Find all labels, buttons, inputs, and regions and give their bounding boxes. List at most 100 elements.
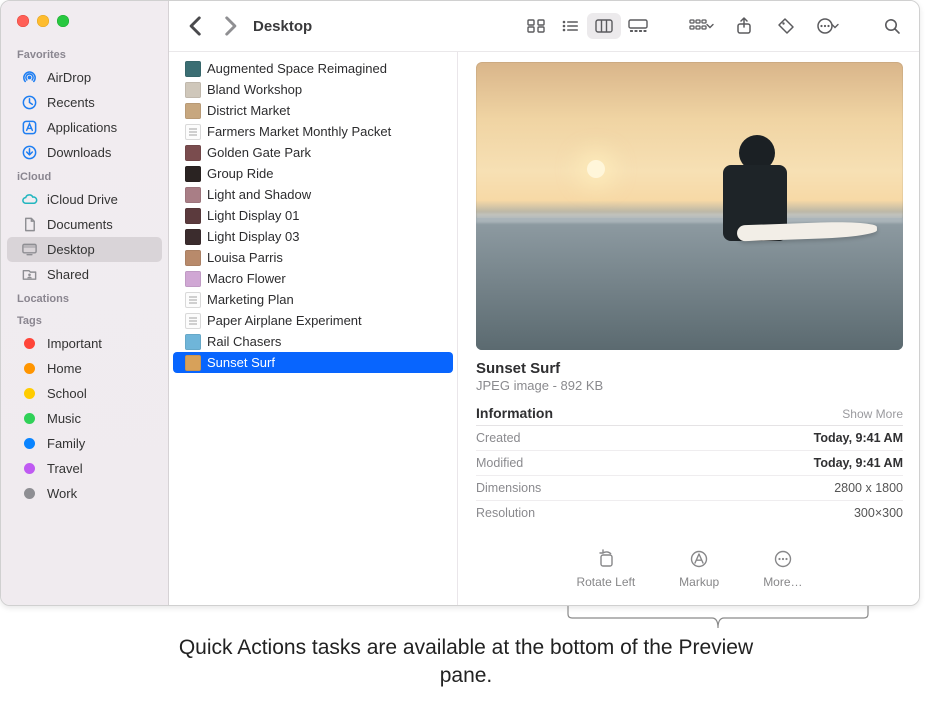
file-item[interactable]: Light Display 01 [173, 205, 453, 226]
rotate-left-icon [596, 549, 616, 569]
icon-view-button[interactable] [519, 13, 553, 39]
desktop-icon [21, 241, 38, 258]
tag-dot-icon [21, 335, 38, 352]
sidebar-item-label: Shared [47, 267, 154, 282]
back-button[interactable] [183, 14, 209, 38]
file-item[interactable]: Macro Flower [173, 268, 453, 289]
rotate-left-button[interactable]: Rotate Left [576, 549, 635, 589]
file-name: Rail Chasers [207, 334, 281, 349]
file-list[interactable]: Augmented Space Reimagined Bland Workshop… [169, 52, 457, 605]
image-thumbnail-icon [185, 82, 201, 98]
image-thumbnail-icon [185, 355, 201, 371]
file-item[interactable]: Bland Workshop [173, 79, 453, 100]
sidebar-item-label: Downloads [47, 145, 154, 160]
icloud-icon [21, 191, 38, 208]
sidebar-section-label: iCloud [1, 165, 168, 187]
info-key: Dimensions [476, 481, 541, 495]
sidebar-item-recents[interactable]: Recents [7, 90, 162, 115]
sidebar-item-label: Home [47, 361, 154, 376]
image-thumbnail-icon [185, 271, 201, 287]
markup-button[interactable]: Markup [679, 549, 719, 589]
tag-dot-icon [21, 360, 38, 377]
sidebar-item-music[interactable]: Music [7, 406, 162, 431]
sidebar-item-documents[interactable]: Documents [7, 212, 162, 237]
rotate-left-label: Rotate Left [576, 575, 635, 589]
markup-icon [689, 549, 709, 569]
file-item[interactable]: Golden Gate Park [173, 142, 453, 163]
share-button[interactable] [727, 13, 761, 39]
sidebar-item-airdrop[interactable]: AirDrop [7, 65, 162, 90]
info-value: Today, 9:41 AM [814, 431, 903, 445]
image-thumbnail-icon [185, 250, 201, 266]
sidebar-item-important[interactable]: Important [7, 331, 162, 356]
gallery-view-button[interactable] [621, 13, 655, 39]
image-thumbnail-icon [185, 334, 201, 350]
sidebar-item-downloads[interactable]: Downloads [7, 140, 162, 165]
info-row: Dimensions 2800 x 1800 [476, 476, 903, 501]
more-actions-button[interactable]: More… [763, 549, 802, 589]
info-value: Today, 9:41 AM [814, 456, 903, 470]
tags-button[interactable] [769, 13, 803, 39]
file-name: Group Ride [207, 166, 273, 181]
file-item[interactable]: Sunset Surf [173, 352, 453, 373]
image-thumbnail-icon [185, 61, 201, 77]
sidebar-item-travel[interactable]: Travel [7, 456, 162, 481]
column-view-button[interactable] [587, 13, 621, 39]
file-item[interactable]: District Market [173, 100, 453, 121]
action-button[interactable] [811, 13, 845, 39]
file-item[interactable]: Light and Shadow [173, 184, 453, 205]
file-name: Macro Flower [207, 271, 286, 286]
callout-text: Quick Actions tasks are available at the… [176, 634, 756, 691]
file-name: Light and Shadow [207, 187, 311, 202]
minimize-window-button[interactable] [37, 15, 49, 27]
sidebar-section-label: Locations [1, 287, 168, 309]
image-thumbnail-icon [185, 187, 201, 203]
sidebar-item-applications[interactable]: Applications [7, 115, 162, 140]
file-item[interactable]: Louisa Parris [173, 247, 453, 268]
sidebar-item-desktop[interactable]: Desktop [7, 237, 162, 262]
file-name: Light Display 01 [207, 208, 300, 223]
image-thumbnail-icon [185, 145, 201, 161]
info-value: 2800 x 1800 [834, 481, 903, 495]
close-window-button[interactable] [17, 15, 29, 27]
tag-dot-icon [21, 435, 38, 452]
sidebar-item-family[interactable]: Family [7, 431, 162, 456]
file-item[interactable]: Marketing Plan [173, 289, 453, 310]
file-name: Farmers Market Monthly Packet [207, 124, 391, 139]
forward-button[interactable] [217, 14, 243, 38]
file-item[interactable]: Rail Chasers [173, 331, 453, 352]
sidebar-item-school[interactable]: School [7, 381, 162, 406]
applications-icon [21, 119, 38, 136]
sidebar-item-home[interactable]: Home [7, 356, 162, 381]
sidebar-item-label: AirDrop [47, 70, 154, 85]
file-item[interactable]: Augmented Space Reimagined [173, 58, 453, 79]
list-view-button[interactable] [553, 13, 587, 39]
image-thumbnail-icon [185, 229, 201, 245]
sidebar-item-shared[interactable]: Shared [7, 262, 162, 287]
zoom-window-button[interactable] [57, 15, 69, 27]
show-more-button[interactable]: Show More [842, 407, 903, 421]
sidebar-item-label: Desktop [47, 242, 154, 257]
group-by-button[interactable] [685, 13, 719, 39]
search-button[interactable] [875, 13, 909, 39]
airdrop-icon [21, 69, 38, 86]
sidebar-item-label: Music [47, 411, 154, 426]
file-item[interactable]: Farmers Market Monthly Packet [173, 121, 453, 142]
sidebar-item-label: Important [47, 336, 154, 351]
sidebar-item-icloud-drive[interactable]: iCloud Drive [7, 187, 162, 212]
document-icon [185, 292, 201, 308]
content-area: Augmented Space Reimagined Bland Workshop… [169, 51, 919, 605]
file-item[interactable]: Light Display 03 [173, 226, 453, 247]
view-switcher [519, 13, 655, 39]
file-item[interactable]: Group Ride [173, 163, 453, 184]
info-value: 300×300 [854, 506, 903, 520]
tag-dot-icon [21, 485, 38, 502]
quick-actions: Rotate Left Markup More… [476, 537, 903, 597]
file-name: Louisa Parris [207, 250, 283, 265]
file-name: Bland Workshop [207, 82, 302, 97]
file-item[interactable]: Paper Airplane Experiment [173, 310, 453, 331]
sidebar-item-work[interactable]: Work [7, 481, 162, 506]
sidebar: FavoritesAirDropRecentsApplicationsDownl… [1, 1, 169, 605]
markup-label: Markup [679, 575, 719, 589]
callout-bracket [568, 606, 868, 628]
